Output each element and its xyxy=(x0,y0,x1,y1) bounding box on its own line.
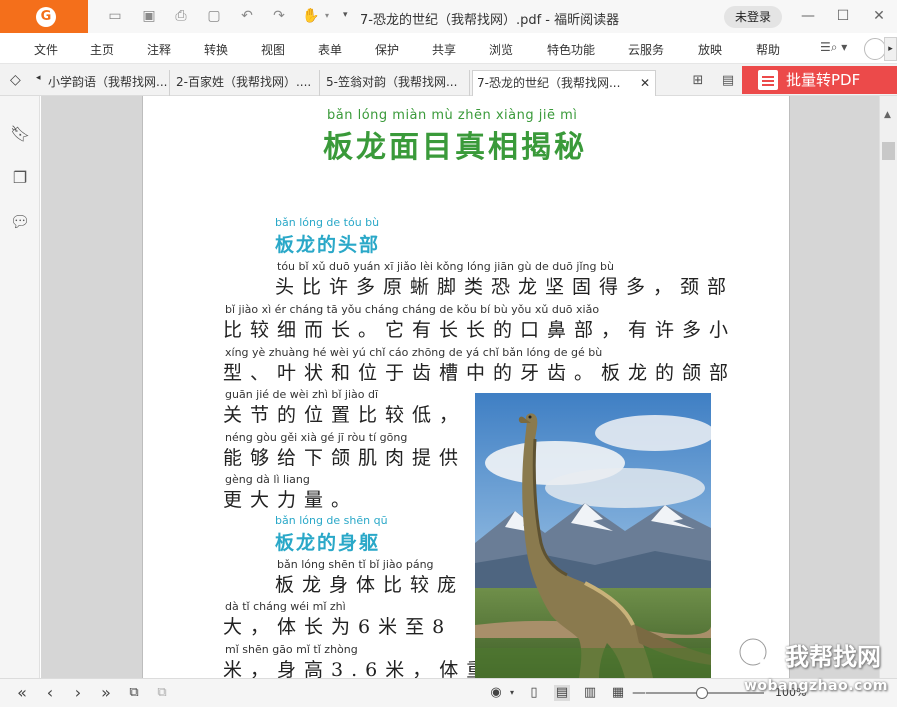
eye-dropdown-icon[interactable]: ▾ xyxy=(504,685,520,701)
paste-page-icon[interactable]: ⧉ xyxy=(152,684,172,702)
menu-file[interactable]: 文件 xyxy=(34,41,58,58)
tab-document-2[interactable]: 2-百家姓（我帮找网）.... xyxy=(172,70,320,96)
scroll-up-icon[interactable]: ▲ xyxy=(884,110,891,120)
grid-view-icon[interactable]: ⊞ xyxy=(690,73,706,89)
menu-browse[interactable]: 浏览 xyxy=(489,41,513,58)
tab-document-3[interactable]: 5-笠翁对韵（我帮找网... xyxy=(322,70,470,96)
scroll-thumb[interactable] xyxy=(882,142,895,160)
tab-list-icon[interactable]: ▤ xyxy=(720,73,736,89)
tab-close-icon[interactable]: ✕ xyxy=(640,76,650,90)
maximize-icon[interactable]: ☐ xyxy=(832,6,854,26)
tab-document-1[interactable]: 小学韵语（我帮找网... xyxy=(44,70,170,96)
menu-home[interactable]: 主页 xyxy=(90,41,114,58)
first-page-icon[interactable]: « xyxy=(12,684,32,702)
section-heading: 板龙的身躯 xyxy=(275,532,381,554)
menu-protect[interactable]: 保护 xyxy=(375,41,399,58)
section-pinyin: bǎn lóng de tóu bù xyxy=(275,216,380,229)
minimize-icon[interactable]: — xyxy=(797,6,819,26)
window-title: 7-恐龙的世纪（我帮找网）.pdf - 福昕阅读器 xyxy=(360,13,620,28)
dinosaur-photo xyxy=(475,393,711,678)
bookmark-icon[interactable]: 🔖︎ xyxy=(10,124,30,144)
tab-scroll-left-icon[interactable]: ◂ xyxy=(36,73,41,83)
document-icon xyxy=(758,70,778,90)
zoom-out-icon[interactable]: — xyxy=(632,685,646,701)
last-page-icon[interactable]: » xyxy=(96,684,116,702)
page-title: 板龙面目真相揭秘 xyxy=(323,130,587,165)
watermark-url: wobangzhao.com xyxy=(744,678,889,694)
text-line: 大，体长为6米至8 xyxy=(223,616,453,638)
section-heading: 板龙的头部 xyxy=(275,234,381,256)
copy-page-icon[interactable]: ⧉ xyxy=(124,684,144,702)
text-line: 型、叶状和位于齿槽中的牙齿。板龙的颌部 xyxy=(223,362,737,384)
left-sidebar: 🔖︎ ❐ 💬︎ xyxy=(0,96,40,678)
menu-help[interactable]: 帮助 xyxy=(756,41,780,58)
folder-open-icon[interactable]: ▭ xyxy=(106,8,124,24)
text-line: 关节的位置比较低， xyxy=(223,404,467,426)
title-pinyin: bǎn lóng miàn mù zhēn xiàng jiē mì xyxy=(327,108,578,123)
menu-features[interactable]: 特色功能 xyxy=(547,41,595,58)
document-viewer: bǎn lóng miàn mù zhēn xiàng jiē mì 板龙面目真… xyxy=(41,96,879,678)
facing-page-icon[interactable]: ▥ xyxy=(582,685,598,701)
menu-form[interactable]: 表单 xyxy=(318,41,342,58)
zoom-slider-thumb[interactable] xyxy=(696,687,708,699)
hand-tool-dropdown-icon[interactable]: ▾ xyxy=(318,8,336,24)
menu-convert[interactable]: 转换 xyxy=(204,41,228,58)
pages-icon[interactable]: ❐ xyxy=(10,168,30,188)
text-line: 头比许多原蜥脚类恐龙坚固得多，颈部 xyxy=(275,276,735,298)
save-icon[interactable]: ▣ xyxy=(140,8,158,24)
eraser-icon[interactable]: ◇ xyxy=(10,72,21,88)
title-bar: G ▭ ▣ ⎙ ▢ ↶ ↷ ✋ ▾ ▾ 7-恐龙的世纪（我帮找网）.pdf - … xyxy=(0,0,897,33)
text-line: 能够给下颌肌肉提供 xyxy=(223,447,467,469)
next-page-icon[interactable]: › xyxy=(68,684,88,702)
single-page-icon[interactable]: ▯ xyxy=(526,685,542,701)
text-line: 米，身高3.6米，体重 xyxy=(223,659,494,678)
continuous-page-icon[interactable]: ▤ xyxy=(554,685,570,701)
quick-access-dropdown-icon[interactable]: ▾ xyxy=(343,10,348,20)
tab-document-active[interactable]: 7-恐龙的世纪（我帮找网... xyxy=(472,70,656,96)
text-line: 板龙身体比较庞 xyxy=(275,574,465,596)
foxit-logo[interactable]: G xyxy=(0,0,88,33)
menu-slideshow[interactable]: 放映 xyxy=(698,41,722,58)
menu-share[interactable]: 共享 xyxy=(432,41,456,58)
text-line: 比较细而长。它有长长的口鼻部，有许多小 xyxy=(223,319,737,341)
previous-page-icon[interactable]: ‹ xyxy=(40,684,60,702)
undo-icon[interactable]: ↶ xyxy=(238,8,256,24)
magnifier-watermark-icon xyxy=(737,636,778,677)
print-icon[interactable]: ⎙ xyxy=(172,8,190,24)
menu-comment[interactable]: 注释 xyxy=(147,41,171,58)
menu-view[interactable]: 视图 xyxy=(261,41,285,58)
search-icon[interactable] xyxy=(864,38,886,60)
vertical-scrollbar[interactable]: ▲ xyxy=(879,96,897,678)
pdf-page: bǎn lóng miàn mù zhēn xiàng jiē mì 板龙面目真… xyxy=(142,96,790,678)
menu-scroll-right-icon[interactable]: ▸ xyxy=(884,37,897,61)
text-line: 更大力量。 xyxy=(223,489,359,511)
continuous-facing-icon[interactable]: ▦ xyxy=(610,685,626,701)
login-button[interactable]: 未登录 xyxy=(724,6,782,28)
section-pinyin: bǎn lóng de shēn qū xyxy=(275,514,388,527)
comments-icon[interactable]: 💬︎ xyxy=(10,212,30,232)
menu-cloud[interactable]: 云服务 xyxy=(628,41,664,58)
watermark-text: 我帮找网 xyxy=(785,643,881,671)
close-icon[interactable]: ✕ xyxy=(868,6,890,26)
menu-bar: 文件 主页 注释 转换 视图 表单 保护 共享 浏览 特色功能 云服务 放映 帮… xyxy=(0,33,897,64)
eye-icon[interactable]: ◉ xyxy=(488,685,504,701)
new-file-icon[interactable]: ▢ xyxy=(205,8,223,24)
redo-icon[interactable]: ↷ xyxy=(270,8,288,24)
foxit-logo-icon: G xyxy=(36,7,56,27)
search-settings-icon[interactable]: ☰⌕ ▾ xyxy=(820,40,847,55)
